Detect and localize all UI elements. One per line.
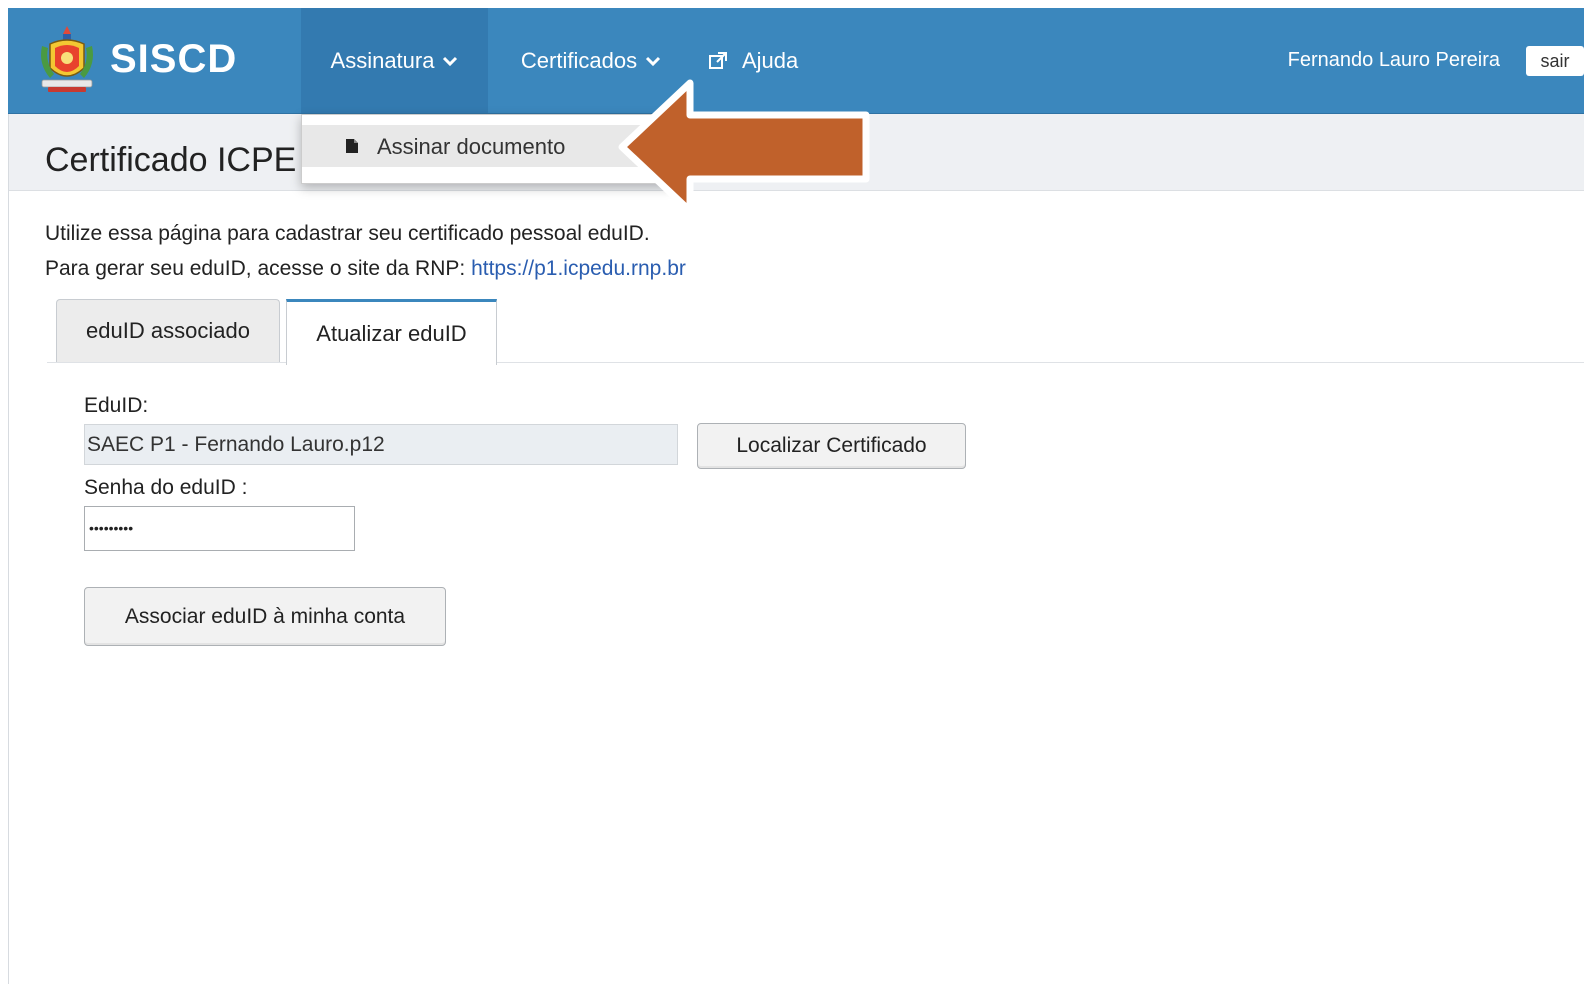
nav-assinatura[interactable]: Assinatura [301, 8, 488, 113]
chevron-down-icon [443, 56, 458, 66]
intro-text-rnp: Para gerar seu eduID, acesse o site da R… [45, 257, 686, 281]
document-icon [346, 139, 358, 153]
nav-ajuda-label: Ajuda [742, 47, 799, 73]
associar-eduid-button[interactable]: Associar eduID à minha conta [84, 587, 446, 646]
coat-of-arms-icon [41, 26, 93, 92]
page-title: Certificado ICPE [45, 141, 297, 179]
eduid-label: EduID: [84, 394, 149, 417]
tabs-divider [47, 362, 1584, 363]
chevron-down-icon [646, 56, 661, 66]
nav-certificados-label: Certificados [520, 47, 638, 73]
nav-assinatura-label: Assinatura [330, 47, 435, 73]
localizar-certificado-button[interactable]: Localizar Certificado [697, 423, 966, 469]
logout-button[interactable]: sair [1526, 46, 1584, 76]
tab-atualizar-eduid[interactable]: Atualizar eduID [286, 299, 497, 365]
user-name: Fernando Lauro Pereira [1287, 49, 1500, 71]
eduid-file-field[interactable]: SAEC P1 - Fernando Lauro.p12 [84, 424, 678, 465]
password-label: Senha do eduID : [84, 476, 248, 499]
menu-item-label: Assinar documento [377, 134, 566, 159]
intro-text-prefix: Para gerar seu eduID, acesse o site da R… [45, 257, 472, 280]
external-link-icon [709, 51, 727, 69]
frame-top [8, 0, 1584, 8]
rnp-link[interactable]: https://p1.icpedu.rnp.br [471, 257, 686, 280]
password-field[interactable]: ••••••••• [84, 506, 355, 551]
annotation-arrow-icon [618, 79, 870, 215]
brand[interactable]: SISCD [36, 24, 237, 94]
intro-text: Utilize essa página para cadastrar seu c… [45, 222, 650, 245]
tab-eduid-associado[interactable]: eduID associado [56, 299, 280, 362]
brand-name: SISCD [110, 36, 238, 81]
